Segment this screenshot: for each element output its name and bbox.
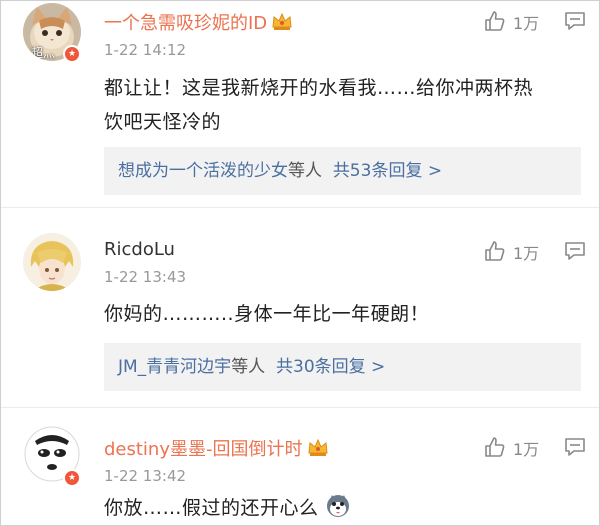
comment-more-icon[interactable] [564, 437, 586, 457]
like-button[interactable]: 1万 [483, 9, 543, 33]
comment-time: 1-22 13:43 [104, 268, 187, 286]
thumbs-up-icon [485, 11, 505, 31]
comment-item: ★ destiny墨墨-回国倒计时 1-22 13:42 1万 你放……假过的还… [1, 407, 599, 525]
comment-text: 都让让！这是我新烧开的水看我……给你冲两杯热 饮吧天怪冷的 [104, 71, 589, 139]
thumbs-up-icon [485, 437, 505, 457]
like-count: 1万 [513, 244, 540, 263]
comment-item: 超灬 ★ 一个急需吸珍妮的ID 1-22 14:12 1万 都让让！这是我新烧开… [1, 1, 599, 207]
like-count: 1万 [513, 440, 540, 459]
comment-item: RicdoLu 1-22 13:43 1万 你妈的………..身体一年比一年硬朗！… [1, 207, 599, 407]
reply-users[interactable]: 想成为一个活泼的少女 [118, 161, 288, 181]
verified-badge-icon: ★ [63, 45, 81, 63]
comment-text-line: 你放……假过的还开心么 [104, 497, 319, 519]
comment-more-icon[interactable] [564, 11, 586, 31]
comment-more-icon[interactable] [564, 241, 586, 261]
comment-text: 你放……假过的还开心么 [104, 491, 589, 525]
reply-preview[interactable]: JM_青青河边宇等人 共30条回复 > [104, 343, 581, 391]
avatar[interactable] [23, 233, 81, 291]
comment-text-line: 你妈的………..身体一年比一年硬朗！ [104, 303, 430, 325]
husky-emoji-icon [327, 495, 350, 517]
username-text[interactable]: 一个急需吸珍妮的ID [104, 13, 267, 34]
crown-icon [272, 12, 292, 30]
comment-time: 1-22 13:42 [104, 467, 187, 485]
reply-middle: 等人 [231, 357, 266, 377]
reply-users[interactable]: JM_青青河边宇 [118, 357, 231, 377]
reply-middle: 等人 [288, 161, 322, 181]
comment-list: 超灬 ★ 一个急需吸珍妮的ID 1-22 14:12 1万 都让让！这是我新烧开… [0, 0, 600, 526]
verified-badge-icon: ★ [63, 469, 81, 487]
comment-text: 你妈的………..身体一年比一年硬朗！ [104, 297, 589, 331]
comment-username[interactable]: destiny墨墨-回国倒计时 [104, 435, 329, 461]
reply-count-link[interactable]: 共30条回复 > [276, 357, 385, 377]
crown-icon [307, 438, 328, 456]
avatar-caption: 超灬 [31, 46, 56, 60]
like-button[interactable]: 1万 [483, 239, 543, 263]
comment-username[interactable]: RicdoLu [104, 239, 175, 260]
comment-text-line: 饮吧天怪冷的 [104, 111, 222, 133]
like-count: 1万 [513, 14, 540, 33]
reply-count-link[interactable]: 共53条回复 > [333, 161, 442, 181]
like-button[interactable]: 1万 [483, 435, 543, 459]
reply-preview[interactable]: 想成为一个活泼的少女等人 共53条回复 > [104, 147, 581, 195]
anime-avatar-image [23, 233, 81, 291]
comment-time: 1-22 14:12 [104, 41, 187, 59]
thumbs-up-icon [485, 241, 505, 261]
username-text[interactable]: destiny墨墨-回国倒计时 [104, 439, 303, 460]
comment-username[interactable]: 一个急需吸珍妮的ID [104, 9, 293, 35]
comment-text-line: 都让让！这是我新烧开的水看我……给你冲两杯热 [104, 77, 534, 99]
